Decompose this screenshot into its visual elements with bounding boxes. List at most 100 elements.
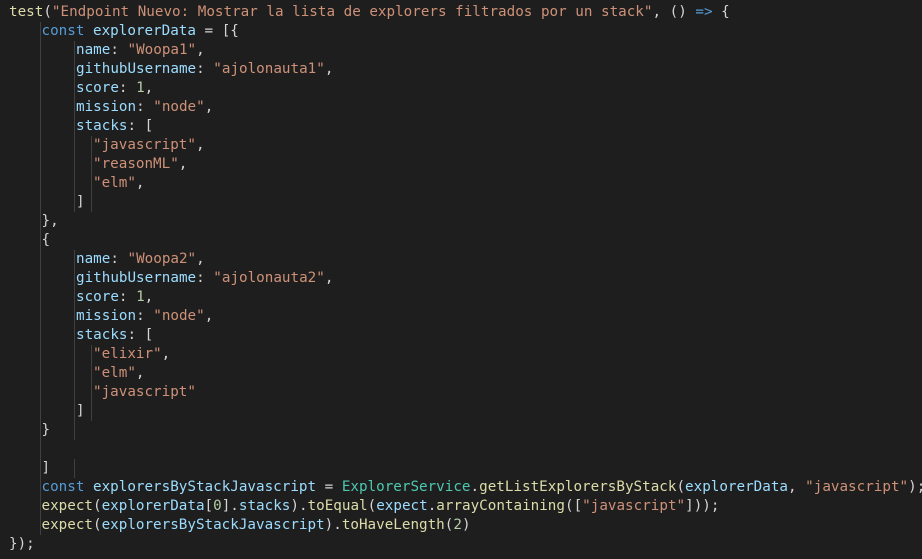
code-line: expect(explorersByStackJavascript).toHav…: [9, 516, 922, 535]
code-token: "javascript": [805, 479, 909, 495]
indent-guide: [91, 383, 92, 402]
code-token: ,: [787, 479, 806, 495]
code-token: ].: [221, 498, 239, 514]
code-token: ]: [76, 194, 85, 210]
indent-guide: [39, 288, 41, 307]
code-line: });: [9, 535, 922, 554]
code-line: score: 1,: [9, 288, 922, 307]
code-token: :: [110, 42, 128, 58]
indent-guide: [74, 288, 75, 307]
code-token: score: [76, 80, 119, 96]
code-token: expect: [41, 517, 93, 533]
indent-guide: [74, 326, 75, 345]
code-token: name: [76, 251, 111, 267]
code-token: ([: [564, 498, 583, 514]
code-token: {: [712, 4, 730, 20]
indent-guide: [74, 117, 75, 136]
code-line: "elm",: [9, 174, 922, 193]
indent-guide: [39, 60, 41, 79]
code-token: 2: [453, 517, 462, 533]
indent-guide: [74, 345, 75, 364]
indent-guide: [39, 459, 41, 478]
indent-guide: [74, 136, 75, 155]
indent-guide: [91, 402, 92, 421]
code-token: "ajolonauta1": [213, 61, 325, 77]
indent-guide: [39, 231, 41, 250]
code-token: ExplorerService: [341, 479, 471, 495]
code-token: 0: [213, 498, 222, 514]
code-token: name: [76, 42, 111, 58]
code-line: expect(explorerData[0].stacks).toEqual(e…: [9, 497, 922, 516]
code-line: ]: [9, 402, 922, 421]
code-token: (: [92, 517, 102, 533]
code-token: :: [196, 61, 214, 77]
indent-guide: [39, 421, 41, 440]
code-line: const explorersByStackJavascript = Explo…: [9, 478, 922, 497]
code-editor[interactable]: test("Endpoint Nuevo: Mostrar la lista d…: [0, 0, 922, 559]
code-token: ,: [135, 365, 145, 381]
code-content[interactable]: test("Endpoint Nuevo: Mostrar la lista d…: [9, 3, 922, 554]
indent-guide: [74, 79, 75, 98]
code-line: mission: "node",: [9, 98, 922, 117]
indent-guide: [74, 269, 75, 288]
code-token: ,: [144, 80, 154, 96]
indent-guide: [39, 98, 41, 117]
indent-guide: [39, 212, 41, 231]
code-token: const: [41, 479, 85, 495]
indent-guide: [39, 22, 41, 41]
code-token: ,: [178, 156, 188, 172]
code-token: 1: [136, 289, 145, 305]
code-token: "javascript": [93, 137, 196, 153]
code-line: {: [9, 231, 922, 250]
code-token: const: [41, 23, 85, 39]
indent-guide: [39, 250, 41, 269]
code-token: "elixir": [93, 346, 162, 362]
code-token: "Woopa1": [127, 42, 197, 58]
indent-guide: [74, 98, 75, 117]
code-line: "javascript": [9, 383, 922, 402]
code-token: "javascript": [582, 498, 686, 514]
code-token: 1: [136, 80, 145, 96]
indent-guide: [91, 155, 92, 174]
code-token: "javascript": [93, 384, 196, 400]
indent-guide: [39, 174, 41, 193]
code-token: ).: [324, 517, 342, 533]
indent-guide: [39, 516, 41, 535]
code-token: ,: [324, 270, 334, 286]
code-line: "elm",: [9, 364, 922, 383]
code-token: githubUsername: [76, 270, 197, 286]
code-line: score: 1,: [9, 79, 922, 98]
indent-guide: [74, 383, 75, 402]
code-token: ).: [290, 498, 308, 514]
indent-guide: [39, 497, 41, 516]
code-line: test("Endpoint Nuevo: Mostrar la lista d…: [9, 3, 922, 22]
code-line: const explorerData = [{: [9, 22, 922, 41]
code-token: :: [118, 289, 137, 305]
code-token: mission: [76, 99, 137, 115]
code-token: ,: [135, 175, 145, 191]
indent-guide: [91, 364, 92, 383]
code-token: expect: [376, 498, 428, 514]
indent-guide: [74, 364, 75, 383]
code-token: ,: [195, 137, 205, 153]
code-token: explorersByStackJavascript: [93, 479, 317, 495]
code-token: toEqual: [307, 498, 368, 514]
code-token: [: [204, 498, 214, 514]
code-token: githubUsername: [76, 61, 197, 77]
code-token: "ajolonauta2": [213, 270, 325, 286]
code-token: "node": [153, 308, 205, 324]
code-token: :: [118, 80, 137, 96]
indent-guide: [39, 402, 41, 421]
indent-guide: [74, 193, 75, 212]
code-line: stacks: [: [9, 326, 922, 345]
code-token: getListExplorersByStack: [479, 479, 677, 495]
code-token: ,: [144, 289, 154, 305]
code-token: :: [110, 251, 128, 267]
indent-guide: [39, 41, 41, 60]
code-token: .: [427, 498, 437, 514]
code-token: "reasonML": [93, 156, 179, 172]
code-line: githubUsername: "ajolonauta1",: [9, 60, 922, 79]
code-token: });: [9, 536, 35, 552]
